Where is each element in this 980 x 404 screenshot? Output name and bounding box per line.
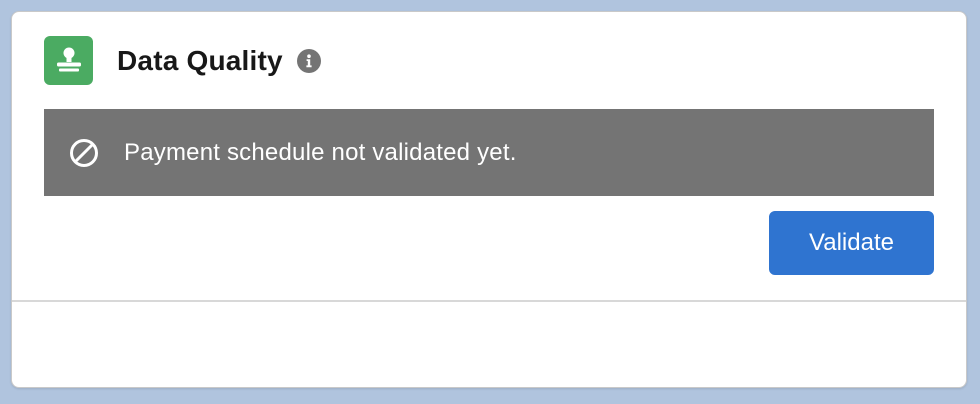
validation-status-banner: Payment schedule not validated yet. [44, 109, 934, 196]
data-quality-card: Data Quality Payment schedule not valida… [11, 11, 967, 388]
card-footer [12, 302, 966, 387]
ban-icon [68, 137, 100, 169]
info-icon[interactable] [296, 48, 321, 73]
stamp-icon [44, 36, 93, 85]
card-header: Data Quality [44, 36, 321, 85]
card-title: Data Quality [117, 44, 283, 76]
validate-button[interactable]: Validate [769, 211, 934, 275]
banner-message: Payment schedule not validated yet. [124, 138, 517, 166]
